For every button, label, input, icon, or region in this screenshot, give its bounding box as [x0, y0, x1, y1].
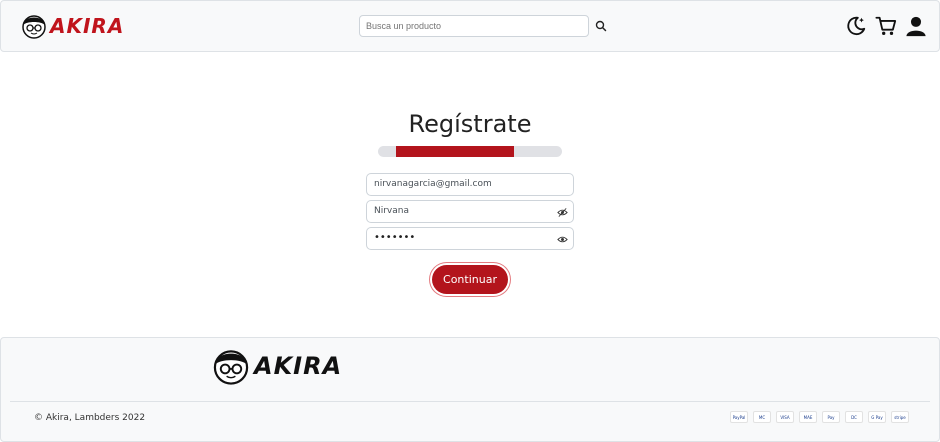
payment-methods: PayPal MC VISA MAE Pay DC G Pay stripe — [730, 411, 909, 423]
copyright-text: © Akira, Lambders 2022 — [34, 413, 146, 423]
footer-brand-name: AKIRA — [254, 352, 343, 380]
user-icon[interactable] — [905, 15, 927, 37]
password-value: ••••••• — [374, 232, 416, 243]
name-field[interactable]: Nirvana — [366, 200, 574, 223]
search-input[interactable] — [359, 15, 589, 37]
akira-face-icon — [213, 350, 249, 385]
email-value: nirvanagarcia@gmail.com — [374, 179, 492, 189]
visa-icon: VISA — [776, 411, 794, 423]
mastercard-icon: MC — [753, 411, 771, 423]
diners-icon: DC — [845, 411, 863, 423]
password-field[interactable]: ••••••• — [366, 227, 574, 250]
cart-icon[interactable] — [875, 15, 897, 37]
search-bar — [359, 15, 607, 37]
footer-logo[interactable]: AKIRA — [212, 347, 342, 385]
akira-face-icon — [22, 15, 46, 39]
brand-name: AKIRA — [50, 14, 125, 38]
eye-icon[interactable] — [557, 234, 568, 245]
footer: AKIRA © Akira, Lambders 2022 PayPal MC VIS… — [0, 337, 940, 442]
maestro-icon: MAE — [799, 411, 817, 423]
page-title: Regístrate — [408, 110, 532, 138]
email-field[interactable]: nirvanagarcia@gmail.com — [366, 173, 574, 196]
register-section: Regístrate nirvanagarcia@gmail.com Nirva… — [0, 52, 940, 336]
footer-divider — [10, 401, 930, 402]
stripe-icon: stripe — [891, 411, 909, 423]
eye-slash-icon[interactable] — [557, 207, 568, 218]
google-pay-icon: G Pay — [868, 411, 886, 423]
name-value: Nirvana — [374, 206, 409, 216]
brand-logo[interactable]: AKIRA — [21, 10, 124, 42]
progress-fill — [396, 146, 514, 157]
header-actions — [845, 15, 927, 37]
registration-progress — [378, 146, 562, 157]
apple-pay-icon: Pay — [822, 411, 840, 423]
moon-star-icon[interactable] — [845, 15, 867, 37]
navbar: AKIRA — [0, 0, 940, 52]
continue-button[interactable]: Continuar — [432, 265, 508, 294]
search-icon[interactable] — [595, 20, 607, 32]
paypal-icon: PayPal — [730, 411, 748, 423]
